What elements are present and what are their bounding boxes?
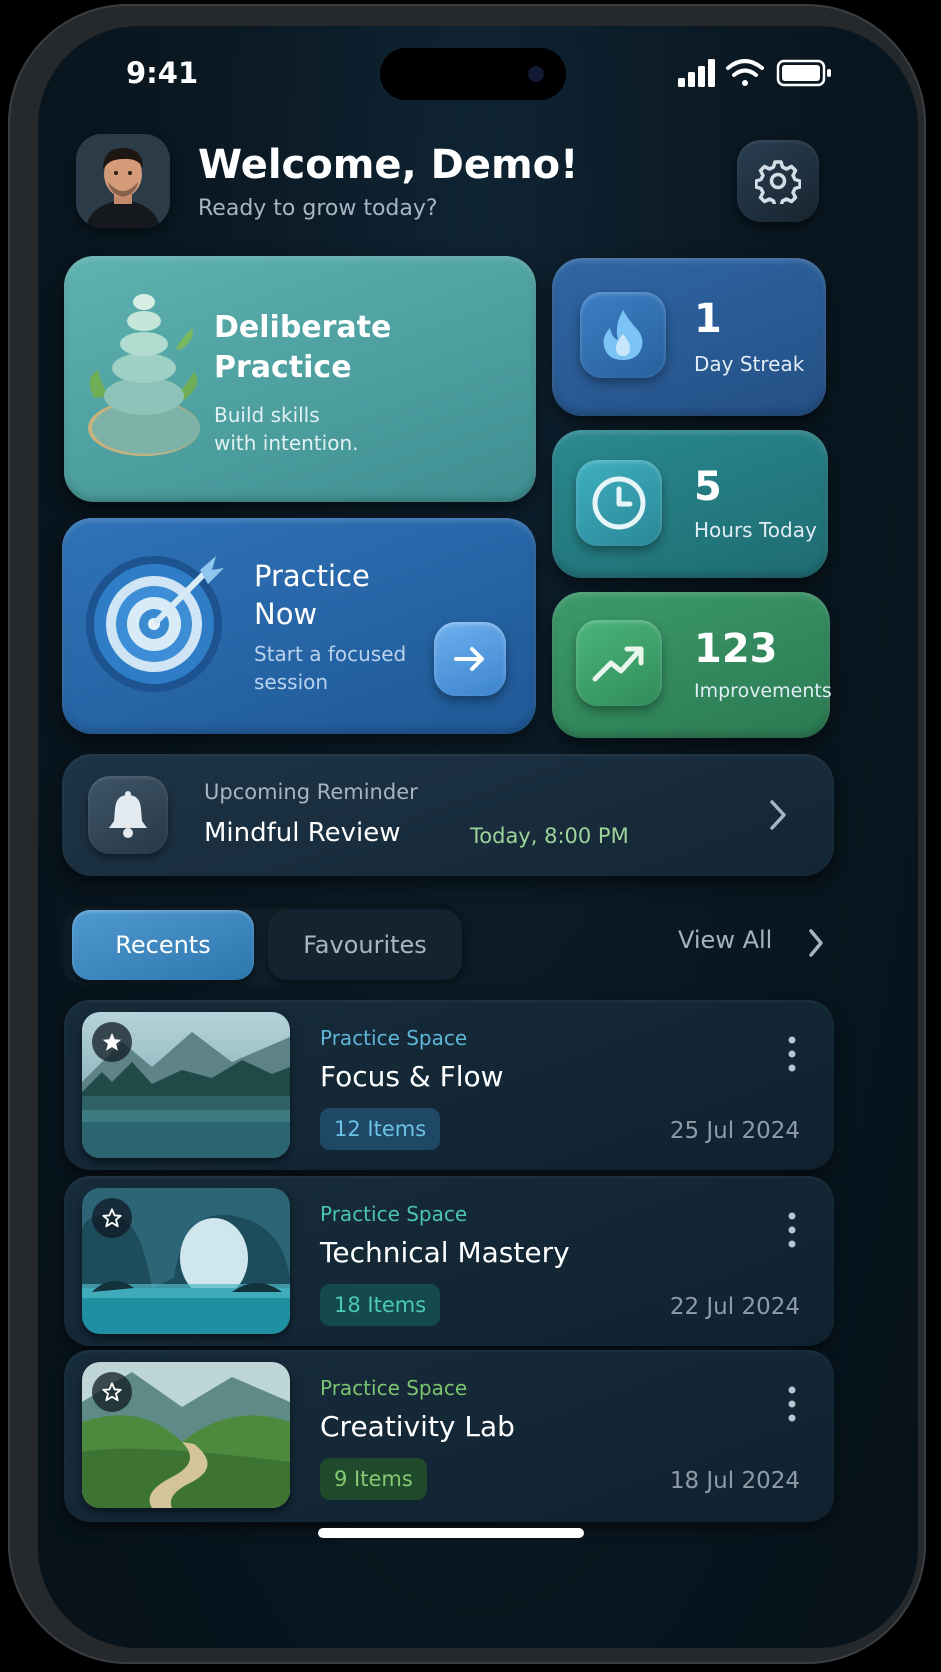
tab-bar: Recents Favourites <box>62 904 462 986</box>
reminder-title: Mindful Review <box>204 818 401 848</box>
practice-now-card[interactable]: Practice Now Start a focused session <box>62 518 536 734</box>
thumbnail-cave <box>82 1188 290 1334</box>
list-item[interactable]: Practice Space Focus & Flow 12 Items 25 … <box>64 1000 834 1170</box>
practice-title-line1: Practice <box>254 559 370 593</box>
stat-label-day-streak: Day Streak <box>694 352 805 376</box>
item-date: 22 Jul 2024 <box>669 1294 800 1320</box>
practice-sub-line2: session <box>254 670 329 694</box>
deliberate-practice-card[interactable]: Deliberate Practice Build skills with in… <box>64 256 536 502</box>
bell-icon-box <box>88 776 168 854</box>
home-indicator[interactable] <box>318 1528 584 1538</box>
favourite-star-button[interactable] <box>92 1372 132 1412</box>
star-outline-icon <box>102 1208 122 1228</box>
dynamic-island <box>380 48 566 100</box>
thumbnail-valley <box>82 1362 290 1508</box>
stat-label-hours-today: Hours Today <box>694 518 817 542</box>
favourite-star-button[interactable] <box>92 1022 132 1062</box>
item-title: Focus & Flow <box>320 1060 504 1093</box>
item-category: Practice Space <box>320 1202 468 1226</box>
stat-card-hours-today[interactable]: 5 Hours Today <box>552 430 828 578</box>
trend-icon-box <box>576 620 662 706</box>
stacked-stones-icon <box>88 294 200 456</box>
status-time: 9:41 <box>126 56 199 90</box>
stat-value-improvements: 123 <box>694 626 778 672</box>
item-title: Creativity Lab <box>320 1410 515 1443</box>
more-options-icon[interactable] <box>788 1212 796 1248</box>
wifi-icon <box>726 59 764 86</box>
camera-icon <box>528 66 544 82</box>
star-outline-icon <box>102 1382 122 1402</box>
more-options-icon[interactable] <box>788 1036 796 1072</box>
item-date: 18 Jul 2024 <box>669 1468 800 1494</box>
settings-button[interactable] <box>737 140 819 222</box>
item-count-badge: 18 Items <box>320 1284 441 1326</box>
tab-recents[interactable]: Recents <box>72 910 254 980</box>
battery-icon <box>776 59 831 87</box>
item-date: 25 Jul 2024 <box>669 1118 800 1144</box>
deliberate-title-line2: Practice <box>214 350 352 385</box>
practice-sub-line1: Start a focused <box>254 642 407 666</box>
flame-icon-box <box>580 292 666 378</box>
gear-icon <box>755 160 801 204</box>
cellular-signal-icon <box>678 59 715 87</box>
tab-favourites[interactable]: Favourites <box>268 910 462 980</box>
deliberate-sub-line1: Build skills <box>214 403 320 427</box>
item-category: Practice Space <box>320 1376 468 1400</box>
screen: 9:41 Welcome, Demo! Ready to grow today?… <box>38 26 918 1648</box>
item-count-badge: 9 Items <box>320 1458 427 1500</box>
stat-value-day-streak: 1 <box>694 296 722 342</box>
flame-icon <box>603 310 643 360</box>
clock-icon <box>592 476 646 530</box>
upcoming-reminder-card[interactable]: Upcoming Reminder Mindful Review Today, … <box>62 754 834 876</box>
start-session-button[interactable] <box>434 622 506 696</box>
reminder-time: Today, 8:00 PM <box>470 824 629 848</box>
stat-card-day-streak[interactable]: 1 Day Streak <box>552 258 826 416</box>
deliberate-title-line1: Deliberate <box>214 310 392 345</box>
stat-label-improvements: Improvements <box>694 680 832 702</box>
arrow-right-icon <box>454 647 484 671</box>
item-category: Practice Space <box>320 1026 468 1050</box>
chevron-right-icon <box>809 929 823 957</box>
welcome-title: Welcome, Demo! <box>198 142 579 188</box>
view-all-label: View All <box>678 926 773 954</box>
favourite-star-button[interactable] <box>92 1198 132 1238</box>
deliberate-sub-line2: with intention. <box>214 431 359 455</box>
stat-card-improvements[interactable]: 123 Improvements <box>552 592 832 738</box>
welcome-subtitle: Ready to grow today? <box>198 196 438 221</box>
practice-title-line2: Now <box>254 597 318 631</box>
list-item[interactable]: Practice Space Creativity Lab 9 Items 18… <box>64 1350 834 1522</box>
star-filled-icon <box>102 1032 122 1051</box>
avatar[interactable] <box>76 134 170 228</box>
phone-frame: 9:41 Welcome, Demo! Ready to grow today?… <box>8 4 926 1664</box>
item-title: Technical Mastery <box>320 1236 570 1269</box>
thumbnail-lake <box>82 1012 290 1158</box>
target-icon <box>86 556 224 692</box>
stat-value-hours-today: 5 <box>694 464 722 510</box>
reminder-label: Upcoming Reminder <box>204 780 418 804</box>
status-icons <box>678 59 831 87</box>
chevron-right-icon[interactable] <box>766 798 790 832</box>
trend-up-icon <box>592 646 644 682</box>
view-all-link[interactable]: View All <box>678 926 823 957</box>
more-options-icon[interactable] <box>788 1386 796 1422</box>
list-item[interactable]: Practice Space Technical Mastery 18 Item… <box>64 1176 834 1346</box>
clock-icon-box <box>576 460 662 546</box>
status-bar: 9:41 <box>38 26 918 136</box>
bell-icon <box>109 791 147 838</box>
item-count-badge: 12 Items <box>320 1108 441 1150</box>
